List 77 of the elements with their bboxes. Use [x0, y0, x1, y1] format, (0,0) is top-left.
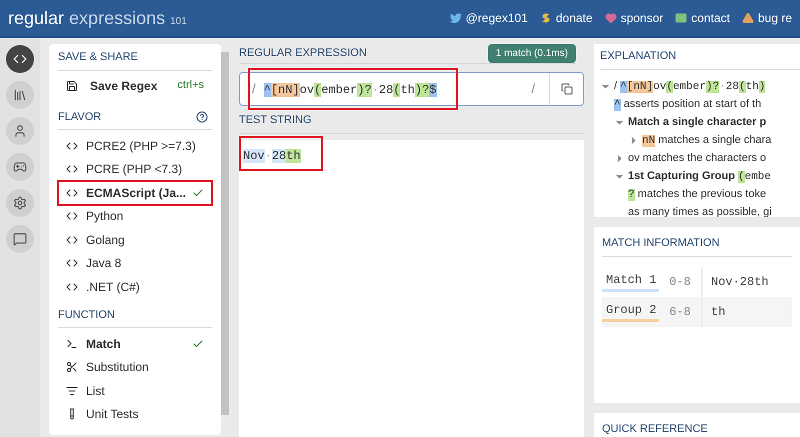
section-title: QUICK REFERENCE	[602, 422, 709, 436]
rail-button[interactable]	[6, 81, 34, 109]
flavor-item[interactable]: PCRE (PHP <7.3)	[58, 158, 212, 181]
flavor-item[interactable]: Java 8	[58, 252, 212, 275]
regex-pattern: ^[nN]ov(ember)?·28(th)?$	[264, 82, 436, 98]
save-icon	[66, 80, 78, 92]
explanation-text: ov matches the characters o	[628, 151, 766, 166]
bird-icon	[450, 12, 462, 24]
code-icon	[66, 186, 78, 199]
rail-button[interactable]	[6, 117, 34, 145]
library-icon	[13, 88, 27, 102]
flavor-item[interactable]: ECMAScript (Ja...	[58, 181, 212, 204]
header-link[interactable]: bug re	[758, 9, 792, 27]
match-range: 0-8	[668, 274, 692, 291]
explanation-text: ? matches the previous toke	[628, 186, 766, 203]
user-icon	[13, 124, 27, 138]
rail-button[interactable]	[6, 225, 34, 253]
scissors-icon	[66, 361, 78, 374]
code-icon	[66, 163, 78, 176]
check-icon	[192, 338, 204, 350]
function-item[interactable]: List	[58, 379, 212, 402]
section-title: SAVE & SHARE	[58, 49, 212, 70]
section-title: EXPLANATION	[600, 48, 800, 70]
flavor-item[interactable]: .NET (C#)	[58, 275, 212, 298]
dollar-icon	[540, 12, 552, 24]
header-link[interactable]: contact	[691, 9, 730, 27]
regex-delimiter: /	[531, 80, 535, 98]
code-icon	[66, 234, 78, 246]
rail-button[interactable]	[6, 189, 34, 217]
explanation-text: / ^[nN]ov(ember)?·28(th)	[614, 78, 766, 95]
help-icon[interactable]	[196, 110, 208, 123]
regex-delimiter: /	[252, 80, 256, 98]
explanation-text: ^ asserts position at start of th	[614, 96, 762, 113]
explanation-text: as many times as possible, gi	[628, 205, 772, 218]
copy-icon	[560, 83, 572, 95]
section-title: FLAVOR	[58, 110, 102, 124]
header-link[interactable]: sponsor	[620, 9, 664, 27]
match-label: Match 1	[602, 271, 659, 292]
header-link[interactable]: @regex101	[466, 9, 528, 27]
code-icon	[66, 210, 78, 222]
settings-icon	[13, 196, 27, 210]
code-icon	[13, 52, 27, 66]
list-icon	[66, 384, 78, 397]
explanation-text: nN matches a single chara	[642, 132, 772, 149]
explanation-text: 1st Capturing Group (embe	[628, 168, 772, 185]
section-title: FUNCTION	[58, 306, 212, 328]
code-icon	[66, 257, 78, 270]
terminal-icon	[66, 338, 78, 350]
match-label: Group 2	[602, 301, 659, 322]
gamepad-icon	[13, 160, 27, 174]
function-item[interactable]: Unit Tests	[58, 402, 212, 426]
match-count-badge: 1 match (0.1ms)	[488, 44, 576, 63]
heart-icon	[604, 12, 617, 24]
section-title: TEST STRING	[239, 112, 584, 134]
scrollbar[interactable]	[221, 52, 229, 415]
chat-icon	[13, 232, 27, 246]
warning-icon	[742, 12, 754, 24]
flavor-item[interactable]: Golang	[58, 228, 212, 252]
rail-button[interactable]	[6, 45, 34, 73]
rail-button[interactable]	[6, 153, 34, 181]
test-string-text: Nov·28th	[243, 148, 301, 164]
shortcut-hint: ctrl+s	[177, 78, 204, 94]
save-regex-button[interactable]: Save Regex ctrl+s	[58, 70, 212, 100]
function-item[interactable]: Match	[58, 332, 212, 356]
code-icon	[66, 280, 78, 293]
header-link[interactable]: donate	[556, 9, 593, 27]
check-icon	[192, 186, 204, 199]
flavor-item[interactable]: PCRE2 (PHP >=7.3)	[58, 134, 212, 158]
explanation-text: Match a single character p	[628, 115, 766, 130]
logo[interactable]: regular expressions 101	[8, 4, 187, 32]
section-title: MATCH INFORMATION	[602, 235, 792, 257]
match-value: th	[701, 296, 726, 327]
match-range: 6-8	[668, 304, 692, 321]
function-item[interactable]: Substitution	[58, 356, 212, 379]
code-icon	[66, 140, 78, 152]
flavor-item[interactable]: Python	[58, 204, 212, 228]
section-title: REGULAR EXPRESSION	[239, 46, 367, 62]
